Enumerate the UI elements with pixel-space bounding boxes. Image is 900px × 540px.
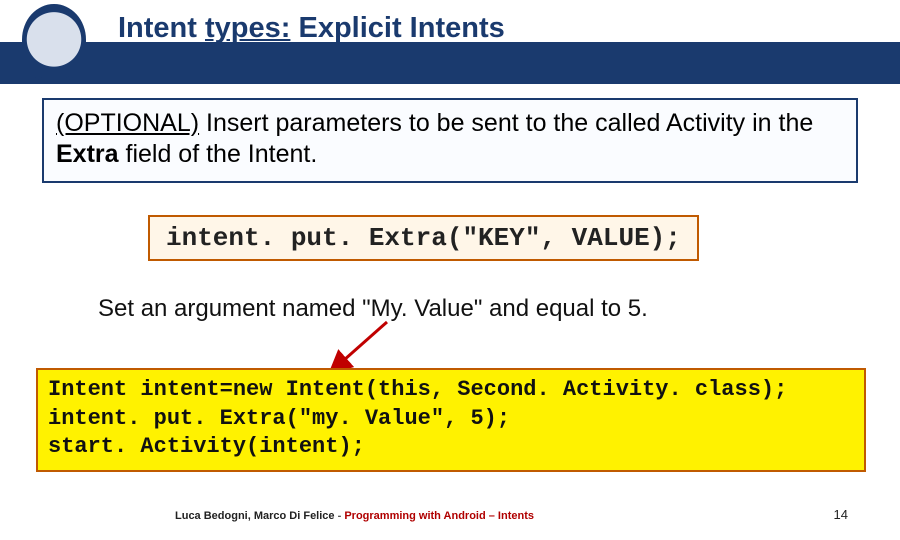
optional-label: (OPTIONAL) [56, 109, 199, 137]
code-line-1: Intent intent=new Intent(this, Second. A… [48, 377, 787, 402]
code-line-2: intent. put. Extra("my. Value", 5); [48, 406, 510, 431]
code-signature-box: intent. put. Extra("KEY", VALUE); [148, 215, 699, 261]
code-example-box: Intent intent=new Intent(this, Second. A… [36, 368, 866, 472]
description-box: (OPTIONAL) Insert parameters to be sent … [42, 98, 858, 183]
desc-text-1: Insert parameters to be sent to the call… [199, 109, 813, 137]
extra-word: Extra [56, 140, 119, 168]
title-prefix: Intent [118, 12, 205, 44]
page-number: 14 [834, 507, 848, 522]
footer-course: Programming with Android – Intents [344, 510, 534, 522]
footer-credits: Luca Bedogni, Marco Di Felice - Programm… [175, 510, 534, 522]
footer-authors: Luca Bedogni, Marco Di Felice [175, 510, 338, 522]
example-caption: Set an argument named "My. Value" and eq… [98, 295, 648, 323]
slide-title: Intent types: Explicit Intents [118, 12, 505, 45]
desc-text-2: field of the Intent. [119, 140, 318, 168]
header-bar [0, 42, 900, 84]
code-line-3: start. Activity(intent); [48, 434, 365, 459]
code-signature: intent. put. Extra("KEY", VALUE); [166, 223, 681, 253]
university-seal [22, 4, 86, 82]
title-suffix: Explicit Intents [290, 12, 504, 44]
title-underlined: types: [205, 12, 290, 44]
